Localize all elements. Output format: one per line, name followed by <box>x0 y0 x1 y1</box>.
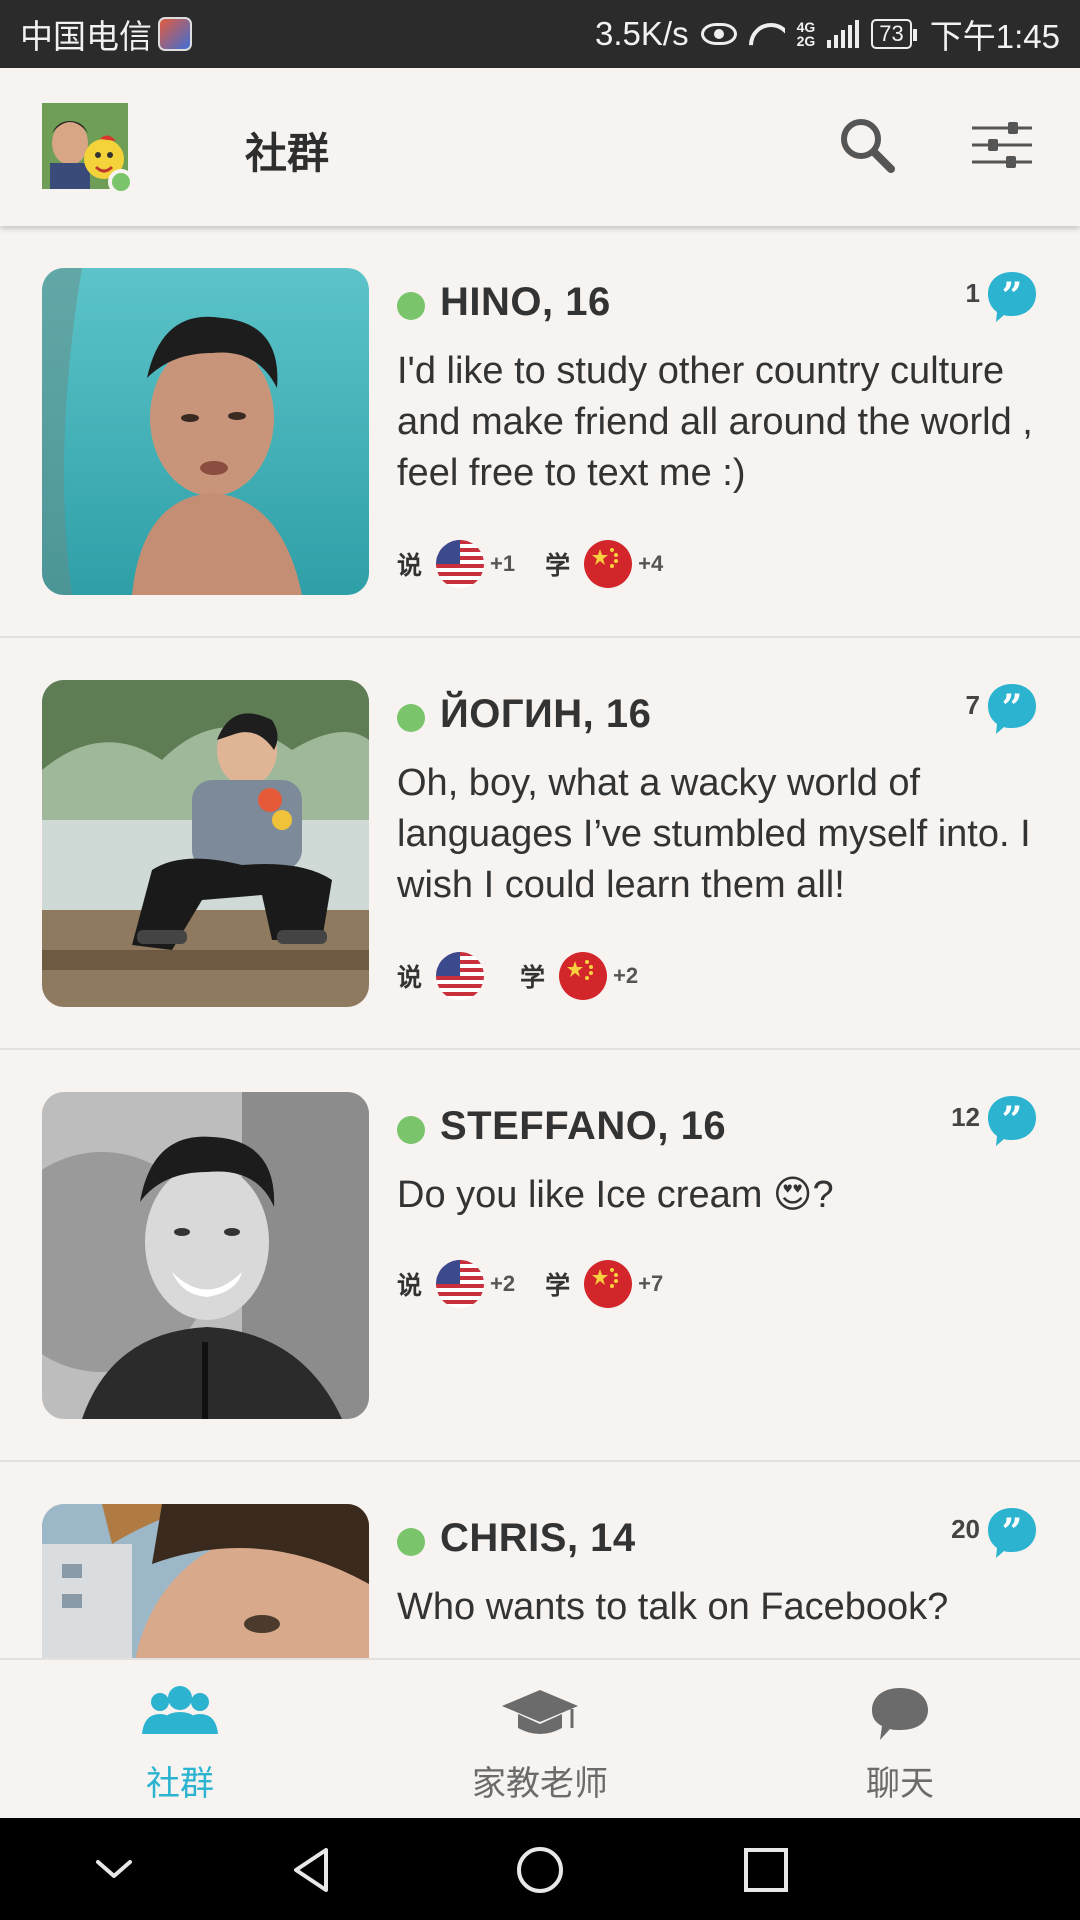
user-photo[interactable] <box>42 268 369 595</box>
china-flag-icon <box>584 540 633 588</box>
user-card[interactable]: CHRIS, 14 20 ” Who wants to talk on Face… <box>0 1462 1080 1658</box>
page-title: 社群 <box>245 130 330 177</box>
learns-label: 学 <box>545 552 571 580</box>
photo-sitting-outdoors <box>42 680 369 1007</box>
hide-keyboard-icon[interactable] <box>86 1842 142 1898</box>
online-indicator <box>397 1528 425 1556</box>
home-icon[interactable] <box>512 1842 568 1898</box>
language-row: 说 +1 学 +4 <box>397 540 663 588</box>
photo-underwater-portrait <box>42 268 369 595</box>
quote-bubble-icon[interactable]: ” <box>986 270 1038 322</box>
bottom-navigation: 社群 家教老师 聊天 <box>0 1658 1080 1818</box>
tab-label: 家教老师 <box>472 1765 608 1803</box>
language-row: 说 学 +2 <box>397 952 638 1000</box>
speaks-label: 说 <box>397 552 423 580</box>
user-name[interactable]: CHRIS, 14 <box>440 1516 636 1561</box>
speaks-more-count: +2 <box>490 1271 516 1296</box>
user-card[interactable]: ЙОГИН, 16 7 ” Oh, boy, what a wacky worl… <box>0 638 1080 1050</box>
quote-bubble-icon[interactable]: ” <box>986 682 1038 734</box>
online-indicator <box>397 1116 425 1144</box>
chat-bubble-icon <box>872 1688 928 1740</box>
user-card[interactable]: HINO, 16 1 ” I'd like to study other cou… <box>0 226 1080 638</box>
back-icon[interactable] <box>286 1842 342 1898</box>
search-icon <box>841 119 895 173</box>
user-bio: I'd like to study other country culture … <box>397 350 1033 494</box>
user-name[interactable]: HINO, 16 <box>440 280 611 325</box>
user-photo[interactable] <box>42 1504 369 1658</box>
carrier-name: 中国电信 <box>20 18 152 55</box>
photo-closeup-portrait <box>42 1504 369 1658</box>
user-photo[interactable] <box>42 680 369 1007</box>
speaks-label: 说 <box>397 964 423 992</box>
online-indicator <box>397 292 425 320</box>
recents-icon[interactable] <box>738 1842 794 1898</box>
user-name[interactable]: ЙОГИН, 16 <box>440 692 651 737</box>
app-header: 社群 <box>0 68 1080 226</box>
tab-label: 聊天 <box>866 1765 934 1803</box>
china-flag-icon <box>559 952 608 1000</box>
message-count: 1 <box>965 278 980 308</box>
learns-label: 学 <box>545 1272 571 1300</box>
tab-chat[interactable]: 聊天 <box>720 1660 1080 1820</box>
app-notification-icon <box>158 17 192 51</box>
us-flag-icon <box>436 1260 485 1308</box>
message-count: 12 <box>951 1102 980 1132</box>
us-flag-icon <box>436 952 485 1000</box>
online-status-indicator <box>108 169 134 195</box>
user-card[interactable]: STEFFANO, 16 12 ” Do you like Ice cream … <box>0 1050 1080 1462</box>
sliders-icon <box>972 122 1032 168</box>
filter-button[interactable] <box>970 122 1034 168</box>
online-indicator <box>397 704 425 732</box>
quote-bubble-icon[interactable]: ” <box>986 1506 1038 1558</box>
system-navigation-bar <box>0 1818 1080 1920</box>
user-bio: Do you like Ice cream 😍? <box>397 1174 834 1216</box>
svg-text:”: ” <box>1002 1099 1023 1141</box>
us-flag-icon <box>436 540 485 588</box>
svg-text:”: ” <box>1002 275 1023 317</box>
learns-more-count: +2 <box>613 963 639 988</box>
learns-label: 学 <box>520 964 546 992</box>
svg-text:”: ” <box>1002 687 1023 729</box>
user-bio: Oh, boy, what a wacky world of languages… <box>397 762 1031 906</box>
signal-icon <box>827 20 860 48</box>
speaks-more-count: +1 <box>490 551 516 576</box>
community-icon <box>142 1686 218 1734</box>
network-type: 4G 2G <box>796 19 816 49</box>
photo-bw-portrait <box>42 1092 369 1419</box>
speaks-label: 说 <box>397 1272 423 1300</box>
user-name[interactable]: STEFFANO, 16 <box>440 1104 726 1149</box>
message-count: 7 <box>965 690 980 720</box>
status-bar: 中国电信 3.5K/s 4G 2G 73 下午1:45 <box>0 0 1080 68</box>
learns-more-count: +4 <box>638 551 664 576</box>
community-list[interactable]: HINO, 16 1 ” I'd like to study other cou… <box>0 226 1080 1658</box>
user-bio: Who wants to talk on Facebook? <box>397 1586 949 1628</box>
user-photo[interactable] <box>42 1092 369 1419</box>
tab-tutors[interactable]: 家教老师 <box>360 1660 720 1820</box>
svg-text:”: ” <box>1002 1511 1023 1553</box>
search-button[interactable] <box>838 116 896 174</box>
wifi-icon <box>749 19 785 49</box>
quote-bubble-icon[interactable]: ” <box>986 1094 1038 1146</box>
network-speed: 3.5K/s <box>595 15 689 52</box>
message-count: 20 <box>951 1514 980 1544</box>
tab-community[interactable]: 社群 <box>0 1660 360 1820</box>
graduation-cap-icon <box>502 1690 578 1734</box>
china-flag-icon <box>584 1260 633 1308</box>
tab-label: 社群 <box>146 1765 214 1803</box>
learns-more-count: +7 <box>638 1271 664 1296</box>
language-row: 说 +2 学 +7 <box>397 1260 663 1308</box>
battery-level: 73 <box>871 19 918 49</box>
eye-icon <box>700 23 737 45</box>
clock: 下午1:45 <box>929 18 1060 55</box>
